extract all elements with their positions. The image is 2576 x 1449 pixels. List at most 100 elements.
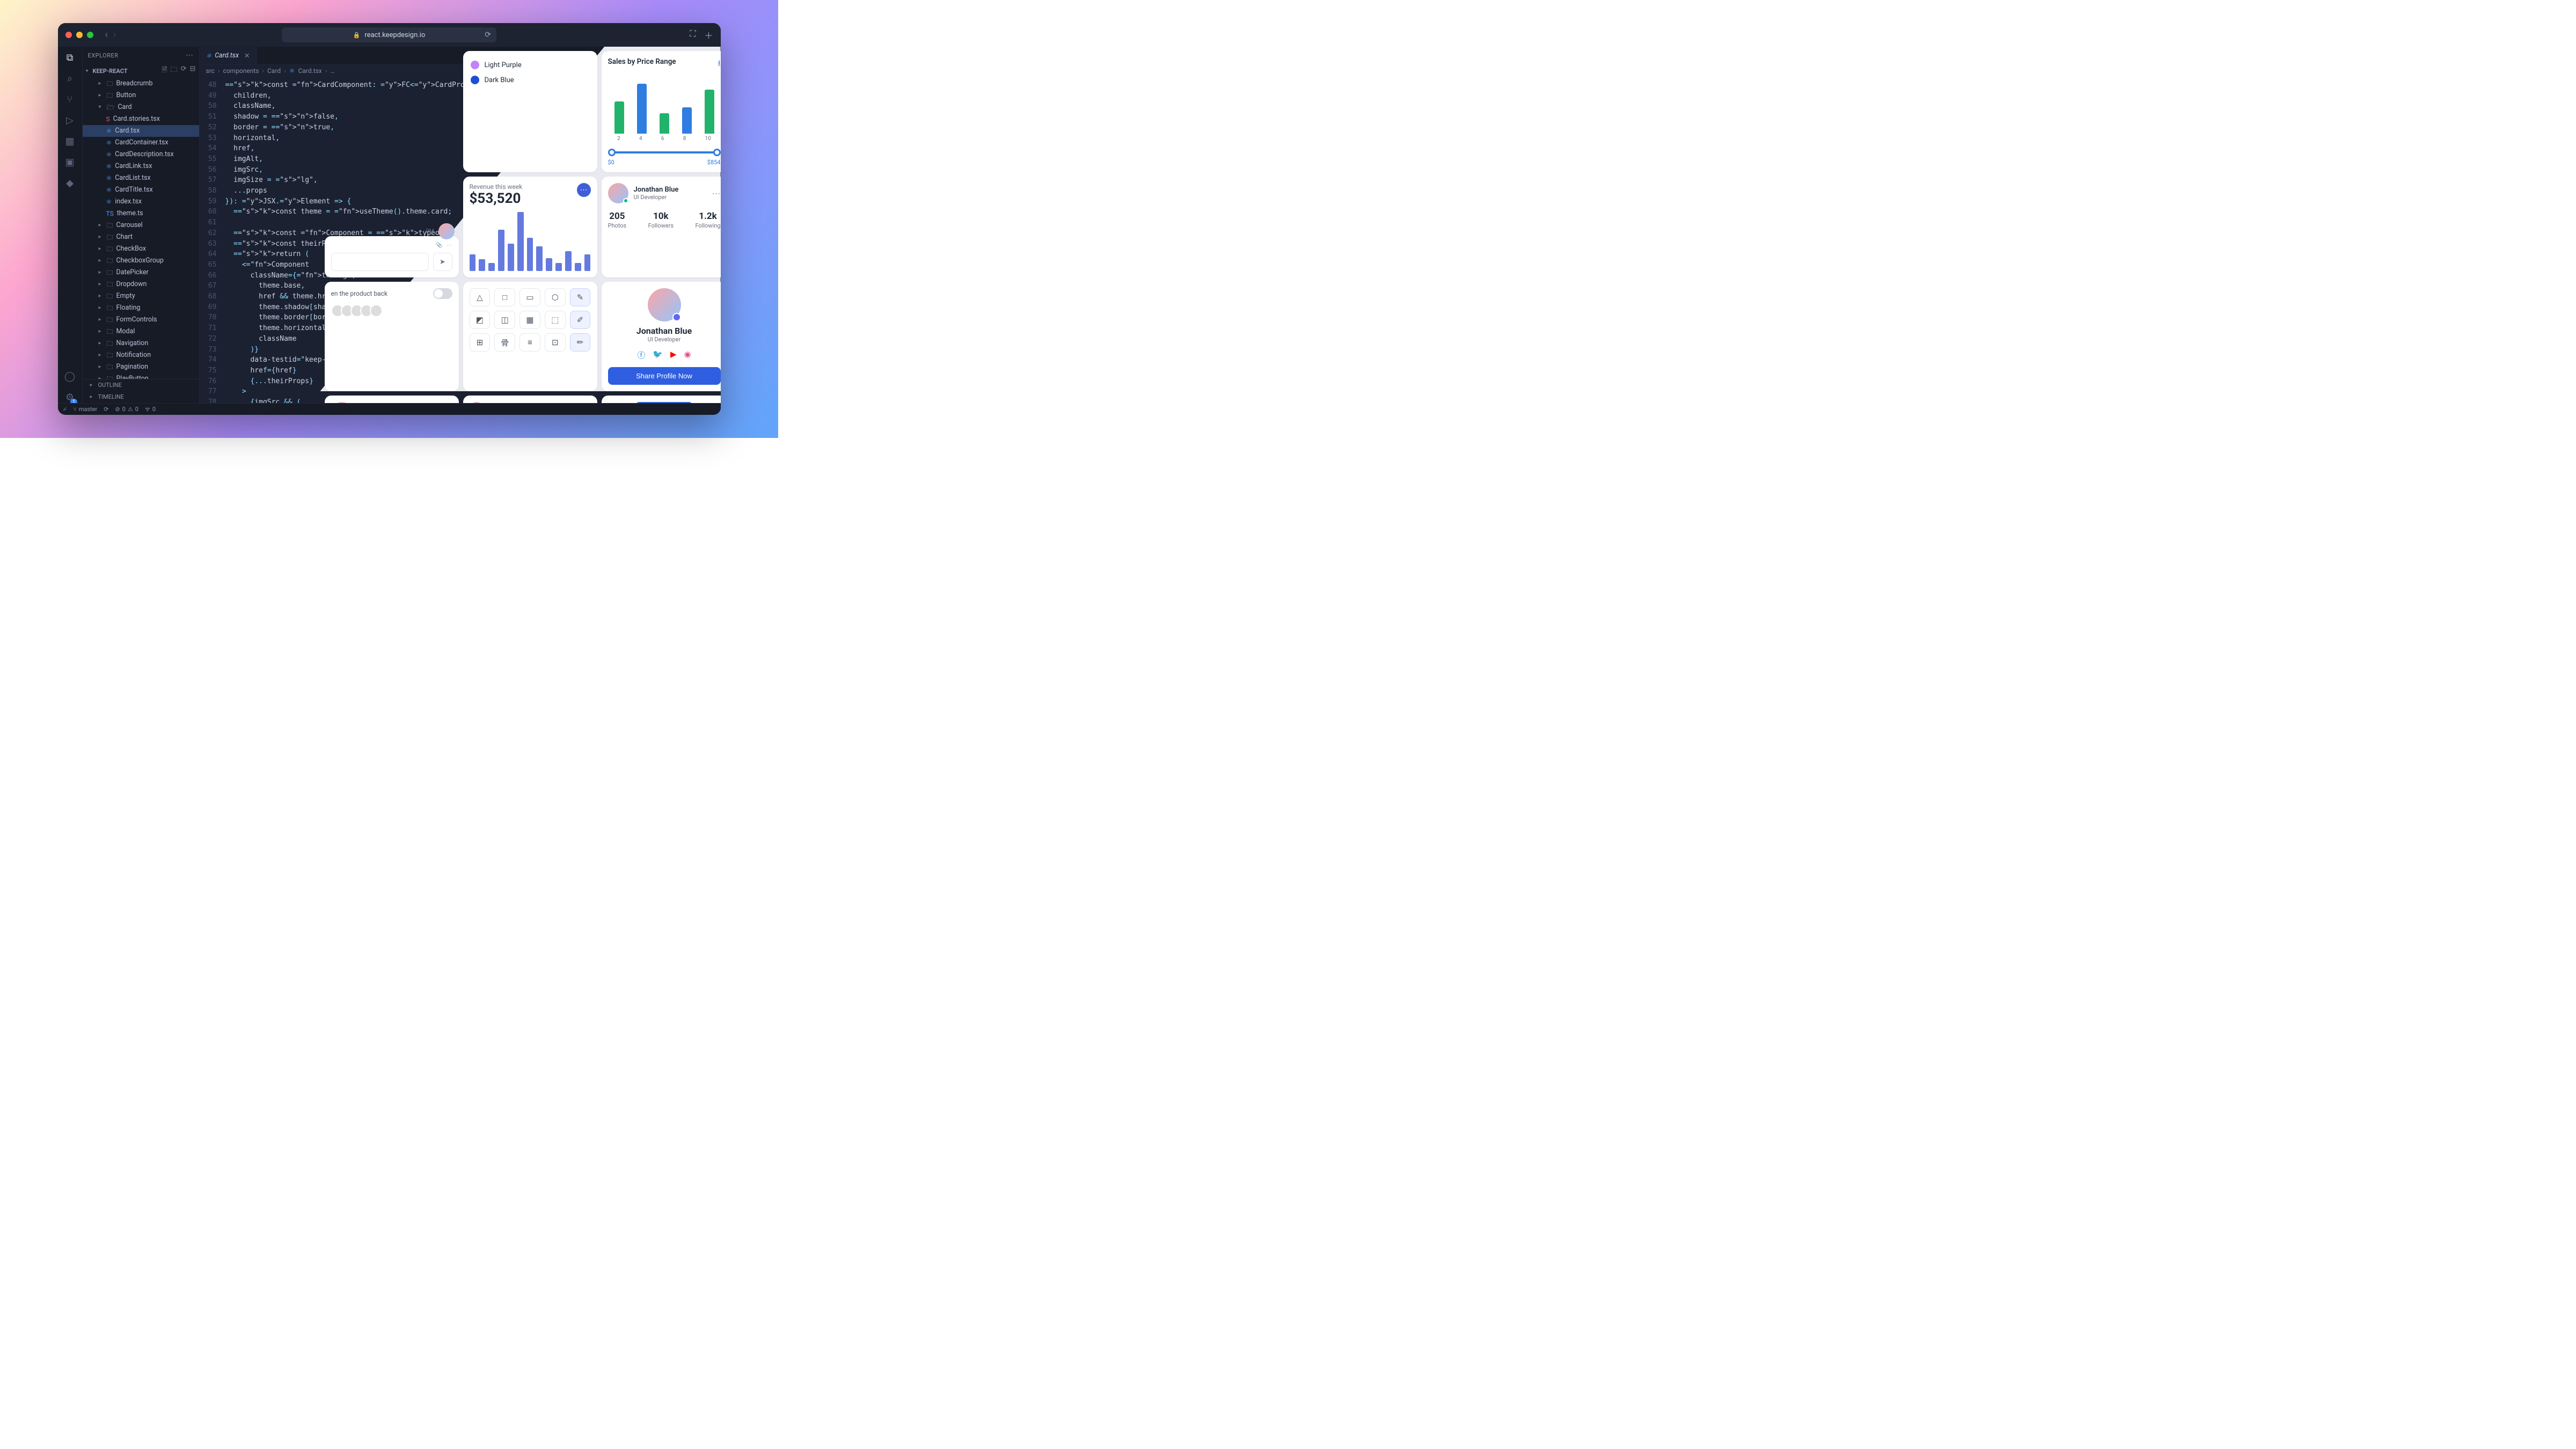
tab-card-tsx[interactable]: ⚛ Card.tsx ✕ bbox=[200, 47, 257, 64]
kebab-icon[interactable]: ⋯ bbox=[447, 243, 452, 248]
close-window-icon[interactable] bbox=[65, 32, 72, 38]
timeline-section[interactable]: TIMELINE bbox=[98, 392, 124, 402]
refresh-icon[interactable]: ⟳ bbox=[181, 65, 187, 77]
file[interactable]: CardDescription.tsx bbox=[115, 150, 173, 159]
new-folder-icon[interactable]: 🗀 bbox=[171, 65, 178, 77]
send-icon[interactable]: ➤ bbox=[433, 253, 452, 271]
file[interactable]: CardContainer.tsx bbox=[115, 138, 168, 148]
message-input[interactable] bbox=[331, 253, 429, 271]
folder[interactable]: Breadcrumb bbox=[116, 79, 153, 89]
sidebar-title: EXPLORER bbox=[88, 52, 119, 59]
online-dot-icon bbox=[623, 198, 628, 203]
file[interactable]: CardLink.tsx bbox=[115, 162, 152, 171]
folder[interactable]: Button bbox=[116, 91, 136, 100]
remote-status-icon[interactable]: ⌿ bbox=[63, 406, 67, 413]
shape-tool-icon[interactable]: ⾻ bbox=[494, 333, 515, 352]
download-icon[interactable]: ⭳ bbox=[718, 57, 721, 70]
twitter-icon[interactable]: 🐦 bbox=[653, 349, 663, 361]
folder[interactable]: CheckboxGroup bbox=[116, 256, 164, 266]
shape-tool-icon[interactable]: ▭ bbox=[519, 288, 540, 306]
file[interactable]: CardTitle.tsx bbox=[115, 185, 152, 195]
more-icon[interactable]: ⋯ bbox=[577, 183, 591, 197]
file[interactable]: Card.tsx bbox=[115, 126, 140, 136]
project-name: KEEP-REACT bbox=[93, 68, 128, 75]
folder[interactable]: PlayButton bbox=[116, 374, 149, 379]
folder[interactable]: Notification bbox=[116, 350, 151, 360]
toggle-switch[interactable] bbox=[433, 288, 452, 299]
nav-back-icon[interactable]: ‹ bbox=[103, 29, 110, 41]
folder[interactable]: CheckBox bbox=[116, 244, 147, 254]
chevron-down-icon[interactable]: ▾ bbox=[86, 68, 91, 74]
file[interactable]: CardList.tsx bbox=[115, 173, 150, 183]
file[interactable]: index.tsx bbox=[115, 197, 142, 207]
url-bar[interactable]: 🔒 react.keepdesign.io ⟳ bbox=[282, 27, 496, 42]
color-option[interactable]: Dark Blue bbox=[470, 72, 591, 87]
close-tab-icon[interactable]: ✕ bbox=[244, 52, 250, 60]
shape-tool-icon[interactable]: ≡ bbox=[519, 333, 540, 352]
shape-tool-icon[interactable]: ⬡ bbox=[545, 288, 566, 306]
reload-icon[interactable]: ⟳ bbox=[485, 31, 491, 39]
folder[interactable]: Pagination bbox=[116, 362, 149, 372]
folder[interactable]: Modal bbox=[116, 327, 135, 336]
shape-tool-icon[interactable]: ⊡ bbox=[545, 333, 566, 352]
explorer-icon[interactable]: ⧉ bbox=[67, 52, 74, 63]
errors[interactable]: ⊘ 0 ⚠ 0 bbox=[115, 406, 138, 413]
shape-tool-icon[interactable]: ◩ bbox=[470, 311, 491, 329]
search-icon[interactable]: ⌕ bbox=[67, 73, 72, 84]
minimize-window-icon[interactable] bbox=[76, 32, 83, 38]
ports[interactable]: ᯤ 0 bbox=[145, 405, 156, 413]
outline-section[interactable]: OUTLINE bbox=[98, 380, 122, 390]
nav-forward-icon[interactable]: › bbox=[111, 29, 118, 41]
file[interactable]: Card.stories.tsx bbox=[113, 114, 160, 124]
file[interactable]: theme.ts bbox=[117, 209, 143, 218]
dribbble-icon[interactable]: ◉ bbox=[684, 349, 691, 361]
folder[interactable]: Dropdown bbox=[116, 280, 147, 289]
settings-icon[interactable]: ⚙1 bbox=[65, 392, 74, 403]
share-profile-button[interactable]: Share Profile Now bbox=[608, 367, 721, 385]
folder[interactable]: Floating bbox=[116, 303, 141, 313]
price-range-slider[interactable] bbox=[608, 147, 721, 158]
color-option[interactable]: Light Purple bbox=[470, 57, 591, 72]
folder[interactable]: FormControls bbox=[116, 315, 157, 325]
card-send: PM 📎 ⋯ ➤ bbox=[325, 236, 459, 277]
shape-tool-icon[interactable]: ▦ bbox=[519, 311, 540, 329]
file-icon: S bbox=[106, 114, 110, 124]
shape-tool-icon[interactable]: □ bbox=[494, 288, 515, 306]
expand-icon[interactable]: ⛶ bbox=[690, 28, 696, 41]
extensions-icon[interactable]: ▦ bbox=[65, 136, 74, 147]
folder[interactable]: Navigation bbox=[116, 339, 149, 348]
sync-icon[interactable]: ⟳ bbox=[104, 406, 108, 413]
card-revenue: Revenue this week $53,520 ⋯ bbox=[463, 177, 597, 277]
kebab-icon[interactable]: ⋯ bbox=[712, 188, 721, 199]
collapse-icon[interactable]: ⊟ bbox=[190, 65, 196, 77]
attach-icon[interactable]: 📎 bbox=[436, 243, 442, 248]
shape-tool-icon[interactable]: ◫ bbox=[494, 311, 515, 329]
youtube-icon[interactable]: ▶ bbox=[670, 349, 677, 361]
shape-tool-icon[interactable]: ⬚ bbox=[545, 311, 566, 329]
shape-tool-icon[interactable]: △ bbox=[470, 288, 491, 306]
new-tab-icon[interactable]: ＋ bbox=[704, 28, 713, 41]
debug-icon[interactable]: ▷ bbox=[66, 115, 74, 126]
folder[interactable]: Chart bbox=[116, 232, 133, 242]
git-branch[interactable]: ⑂ master bbox=[73, 406, 97, 413]
sidebar-more-icon[interactable]: ⋯ bbox=[186, 51, 194, 60]
maximize-window-icon[interactable] bbox=[87, 32, 93, 38]
settings-badge: 1 bbox=[70, 399, 77, 403]
shape-tool-icon[interactable]: ✐ bbox=[570, 311, 591, 329]
remote-icon[interactable]: ▣ bbox=[65, 157, 74, 168]
source-control-icon[interactable]: ⑂ bbox=[67, 94, 73, 105]
folder[interactable]: Carousel bbox=[116, 221, 143, 230]
url-text: react.keepdesign.io bbox=[364, 31, 425, 39]
shape-tool-icon[interactable]: ✏ bbox=[570, 333, 591, 352]
shape-tool-icon[interactable]: ✎ bbox=[570, 288, 591, 306]
folder[interactable]: DatePicker bbox=[116, 268, 149, 277]
new-file-icon[interactable]: 🗎 bbox=[162, 65, 167, 77]
account-icon[interactable]: ◯ bbox=[64, 371, 75, 382]
facebook-icon[interactable]: ⓕ bbox=[637, 349, 645, 361]
folder[interactable]: Empty bbox=[116, 291, 135, 301]
docker-icon[interactable]: ◆ bbox=[66, 178, 74, 189]
shape-tool-icon[interactable]: ⊞ bbox=[470, 333, 491, 352]
pm-badge: PM bbox=[426, 229, 434, 235]
folder-card[interactable]: Card bbox=[118, 103, 131, 112]
sample-button[interactable]: Button Text 14 bbox=[636, 402, 692, 403]
